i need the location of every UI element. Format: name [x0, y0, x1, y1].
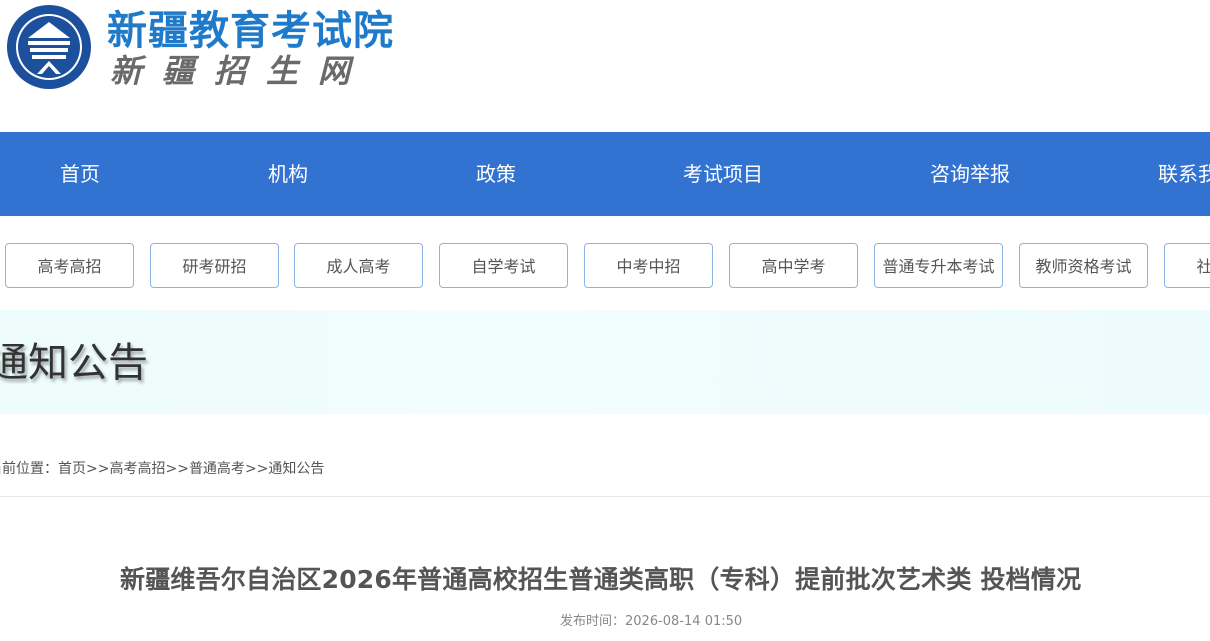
nav-item-consult-report[interactable]: 咨询举报	[930, 132, 1010, 216]
breadcrumb-separator: >>	[165, 461, 189, 477]
breadcrumb: 当前位置：首页>>高考高招>>普通高考>>通知公告	[0, 458, 324, 478]
publish-label: 发布时间：	[560, 614, 626, 629]
site-header: 新疆教育考试院 新疆招生网	[0, 0, 1210, 132]
nav-item-policy[interactable]: 政策	[476, 132, 516, 216]
banner-title: 通知公告	[0, 340, 148, 386]
subnav-gaokao[interactable]: 高考高招	[5, 243, 134, 288]
breadcrumb-item-home[interactable]: 首页	[58, 461, 86, 477]
breadcrumb-separator: >>	[244, 461, 269, 477]
subnav-highschool-exam[interactable]: 高中学考	[729, 243, 858, 288]
subnav-upgrade-exam[interactable]: 普通专升本考试	[874, 243, 1003, 288]
breadcrumb-item-notices[interactable]: 通知公告	[268, 461, 324, 477]
publish-time: 发布时间：2026-08-14 01:50	[560, 610, 742, 629]
main-navigation: 首页 机构 政策 考试项目 咨询举报 联系我们	[0, 132, 1210, 216]
subnav-adult-exam[interactable]: 成人高考	[294, 243, 423, 288]
breadcrumb-separator: >>	[86, 461, 110, 477]
publish-datetime: 2026-08-14 01:50	[625, 614, 743, 629]
nav-item-home[interactable]: 首页	[60, 132, 100, 216]
breadcrumb-item-general-gaokao[interactable]: 普通高考	[189, 461, 245, 477]
breadcrumb-prefix: 当前位置：	[0, 461, 58, 477]
subnav-social-exam[interactable]: 社会考试	[1164, 243, 1210, 288]
subnav-graduate-exam[interactable]: 研考研招	[150, 243, 279, 288]
article-title: 新疆维吾尔自治区2026年普通高校招生普通类高职（专科）提前批次艺术类 投档情况	[120, 565, 1082, 594]
subnav-zhongkao[interactable]: 中考中招	[584, 243, 713, 288]
site-subtitle: 新疆招生网	[110, 52, 371, 90]
section-banner: 通知公告	[0, 310, 1210, 414]
subnav-teacher-cert[interactable]: 教师资格考试	[1019, 243, 1148, 288]
subnav-self-study-exam[interactable]: 自学考试	[439, 243, 568, 288]
institute-emblem-icon[interactable]	[6, 4, 92, 90]
breadcrumb-divider	[0, 496, 1210, 497]
nav-item-contact[interactable]: 联系我们	[1158, 132, 1210, 216]
nav-item-exam-projects[interactable]: 考试项目	[683, 132, 763, 216]
nav-item-organization[interactable]: 机构	[268, 132, 308, 216]
exam-category-nav: 高考高招 研考研招 成人高考 自学考试 中考中招 高中学考 普通专升本考试 教师…	[0, 243, 1210, 291]
breadcrumb-item-gaokao[interactable]: 高考高招	[109, 461, 165, 477]
